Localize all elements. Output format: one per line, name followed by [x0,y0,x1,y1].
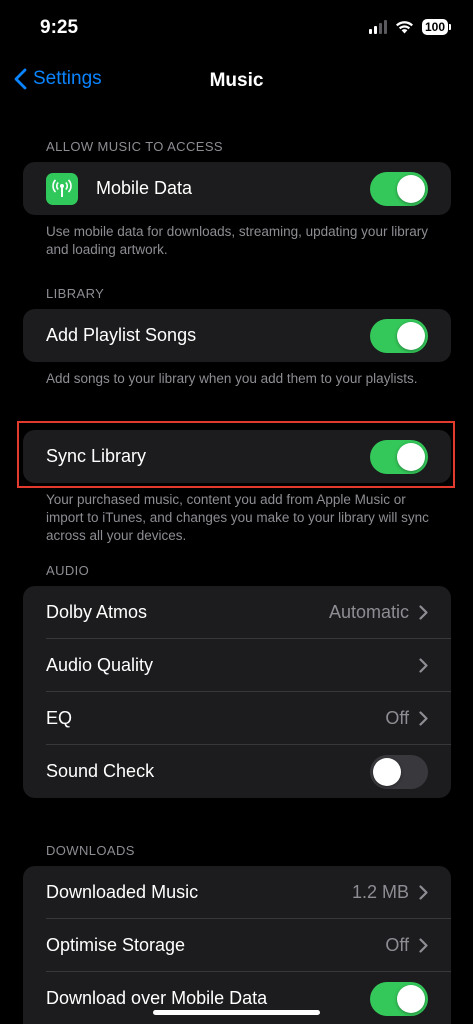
eq-row[interactable]: EQ Off [23,692,451,745]
chevron-right-icon [419,658,428,673]
chevron-right-icon [419,938,428,953]
add-playlist-footer: Add songs to your library when you add t… [46,371,418,386]
wifi-icon [395,21,413,34]
mobile-data-footer: Use mobile data for downloads, streaming… [46,224,428,257]
battery-icon: 100 [421,19,451,35]
sync-library-toggle[interactable] [370,439,428,474]
download-mobile-data-label: Download over Mobile Data [46,988,268,1008]
status-icons: 100 [368,19,451,35]
status-time: 9:25 [40,17,79,38]
sync-library-row: Sync Library [23,430,451,483]
section-header-audio: AUDIO [46,563,90,578]
allow-access-group: Mobile Data [23,162,451,215]
chevron-right-icon [419,711,428,726]
home-indicator[interactable] [153,1010,320,1015]
optimise-storage-value: Off [385,935,409,955]
download-mobile-data-row: Download over Mobile Data [23,972,451,1024]
sound-check-toggle[interactable] [370,754,428,789]
battery-level: 100 [421,19,448,35]
section-header-library: LIBRARY [46,286,105,301]
add-playlist-group: Add Playlist Songs [23,309,451,362]
antenna-icon [46,172,78,205]
downloaded-music-row[interactable]: Downloaded Music 1.2 MB [23,866,451,919]
page-title: Music [209,70,264,91]
navigation-bar: Settings Music [0,56,473,104]
download-mobile-data-toggle[interactable] [370,981,428,1016]
add-playlist-songs-row: Add Playlist Songs [23,309,451,362]
audio-group: Dolby Atmos Automatic Audio Quality EQ O… [23,586,451,798]
dolby-atmos-row[interactable]: Dolby Atmos Automatic [23,586,451,639]
mobile-data-label: Mobile Data [96,178,193,198]
dolby-atmos-value: Automatic [328,602,409,622]
sound-check-label: Sound Check [46,761,155,781]
section-header-allow-access: ALLOW MUSIC TO ACCESS [46,139,223,154]
chevron-right-icon [419,885,428,900]
optimise-storage-label: Optimise Storage [46,935,186,955]
dolby-atmos-label: Dolby Atmos [46,602,148,622]
mobile-data-row: Mobile Data [23,162,451,215]
chevron-right-icon [419,605,428,620]
eq-label: EQ [46,708,73,728]
sync-library-label: Sync Library [46,446,147,466]
sound-check-row: Sound Check [23,745,451,798]
mobile-data-toggle[interactable] [370,171,428,206]
downloads-group: Downloaded Music 1.2 MB Optimise Storage… [23,866,451,1024]
sync-library-footer: Your purchased music, content you add fr… [46,492,429,543]
downloaded-music-label: Downloaded Music [46,882,199,902]
eq-value: Off [385,708,409,728]
optimise-storage-row[interactable]: Optimise Storage Off [23,919,451,972]
sync-library-group: Sync Library [23,430,451,483]
add-playlist-songs-label: Add Playlist Songs [46,325,197,345]
section-header-downloads: DOWNLOADS [46,843,135,858]
cellular-signal-icon [368,20,387,34]
audio-quality-row[interactable]: Audio Quality [23,639,451,692]
audio-quality-label: Audio Quality [46,655,154,675]
status-bar: 9:25 100 [0,0,473,56]
add-playlist-songs-toggle[interactable] [370,318,428,353]
downloaded-music-value: 1.2 MB [351,882,409,902]
